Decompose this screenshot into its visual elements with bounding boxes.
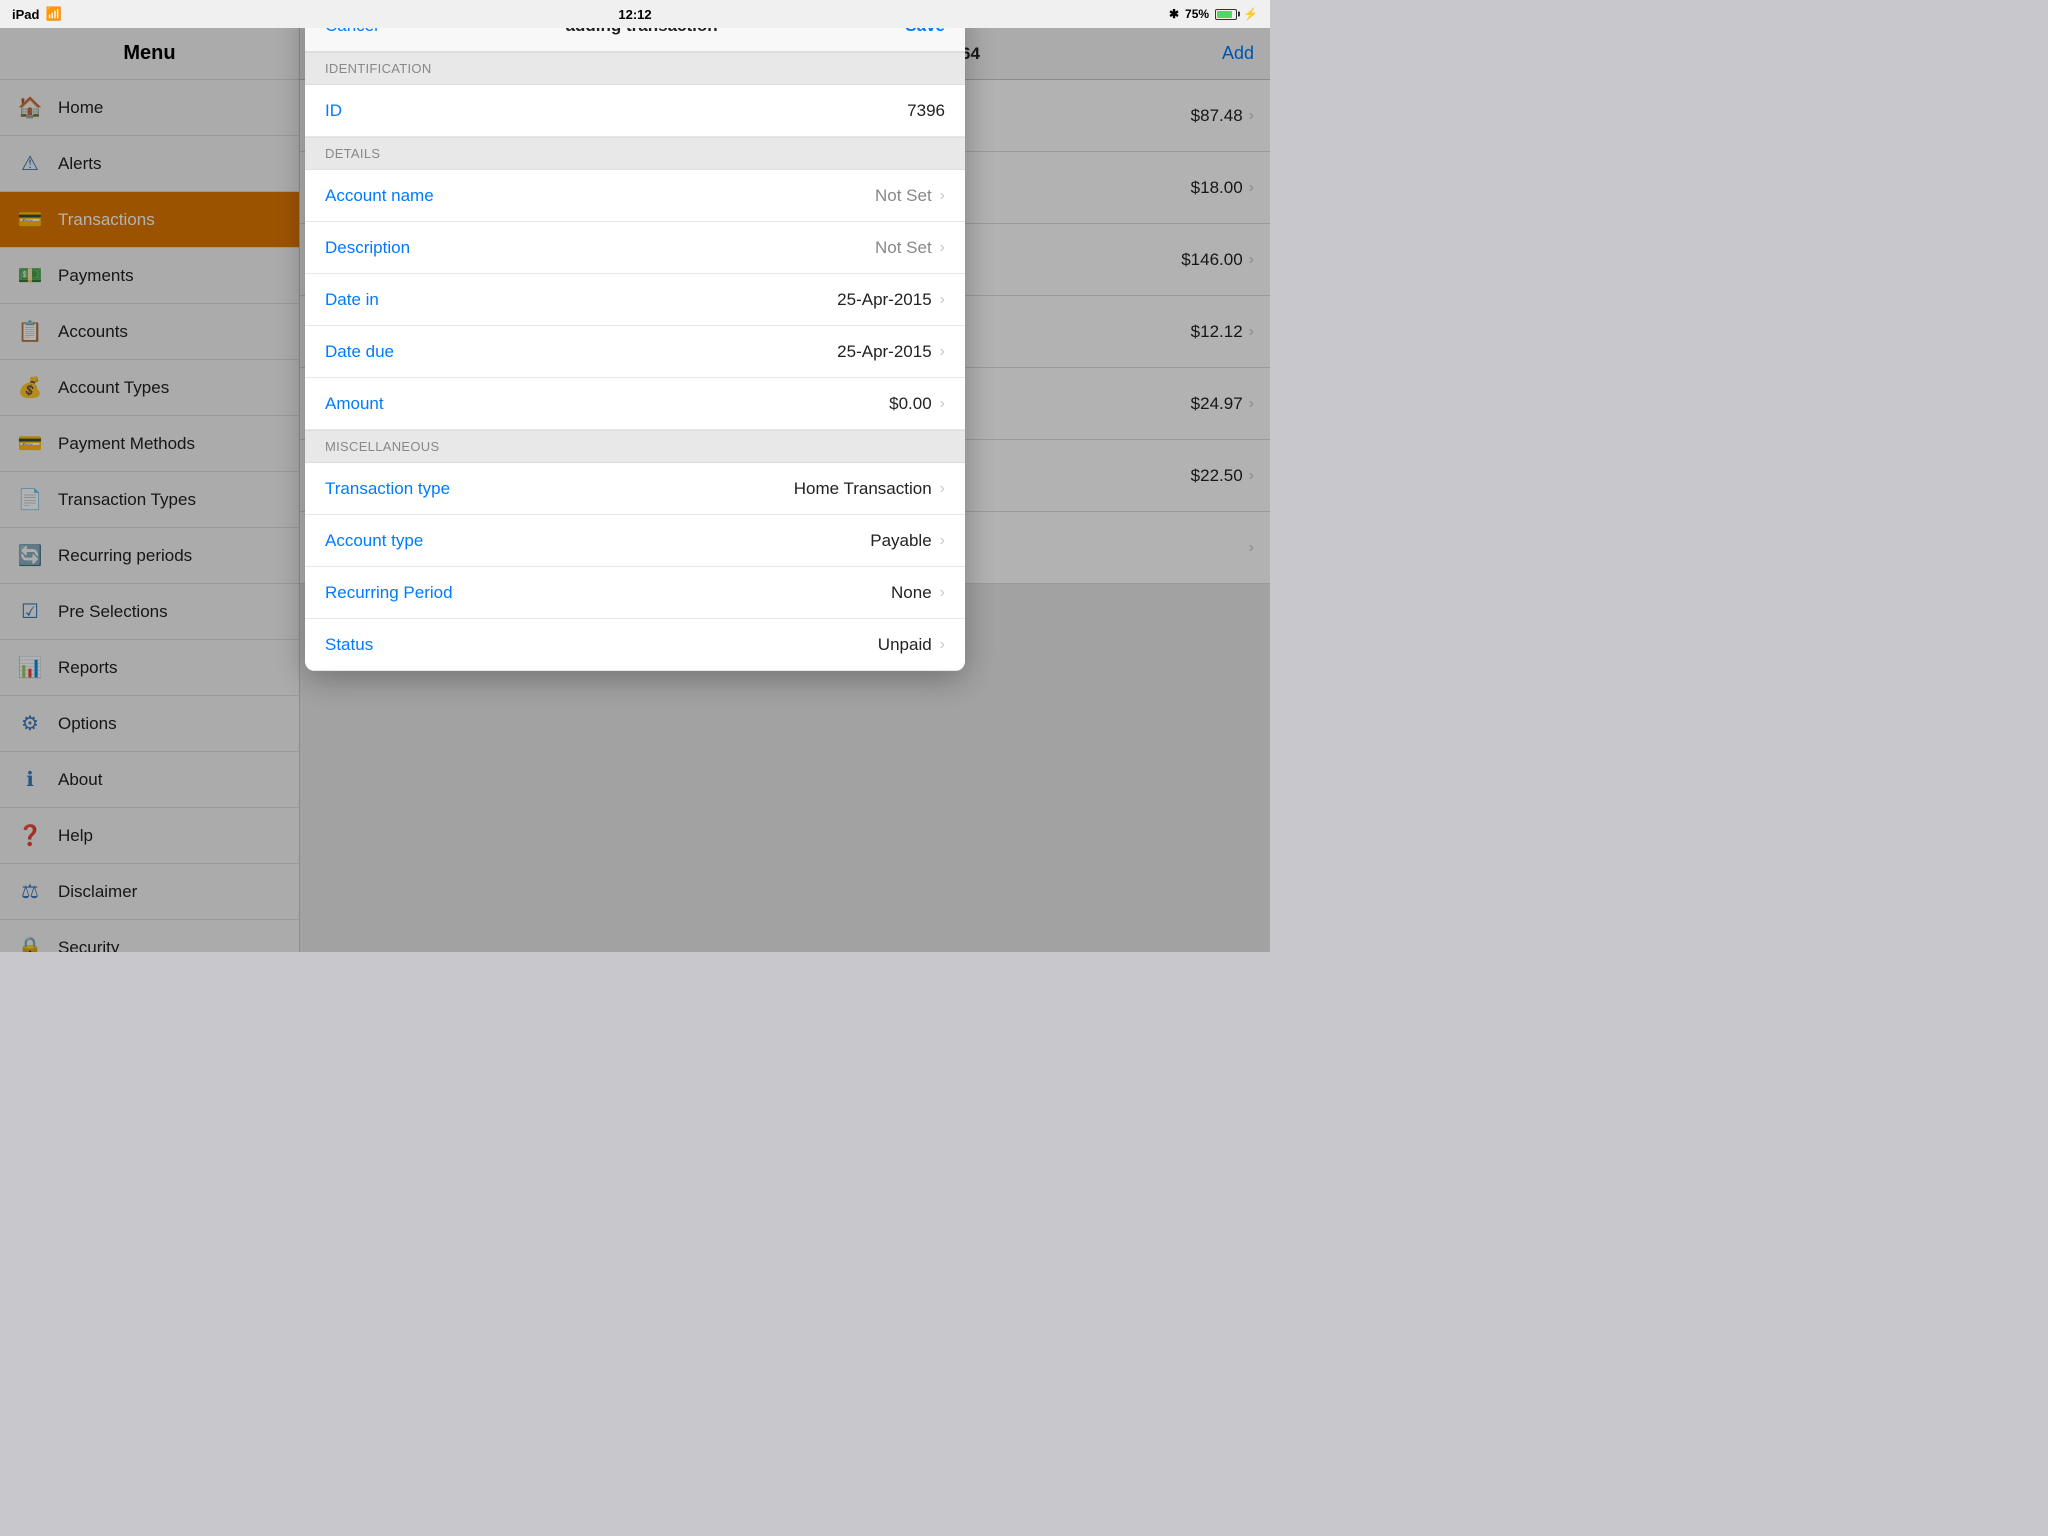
wifi-icon: 📶 (45, 6, 61, 22)
identification-section-header: IDENTIFICATION (305, 52, 965, 85)
status-label: Status (325, 635, 878, 655)
transaction-type-value: Home Transaction (794, 479, 932, 499)
chevron-icon: › (940, 187, 945, 205)
status-bar-time: 12:12 (618, 7, 651, 22)
account-type-value: Payable (870, 531, 931, 551)
date-due-label: Date due (325, 342, 837, 362)
id-value: 7396 (907, 101, 945, 121)
amount-value: $0.00 (889, 394, 932, 414)
chevron-icon: › (940, 636, 945, 654)
status-value: Unpaid (878, 635, 932, 655)
chevron-icon: › (940, 291, 945, 309)
account-name-label: Account name (325, 186, 875, 206)
chevron-icon: › (940, 532, 945, 550)
status-row[interactable]: Status Unpaid › (305, 619, 965, 671)
ipad-label: iPad (12, 7, 39, 22)
date-in-row[interactable]: Date in 25-Apr-2015 › (305, 274, 965, 326)
recurring-period-row[interactable]: Recurring Period None › (305, 567, 965, 619)
battery-icon (1215, 9, 1237, 20)
charging-icon: ⚡ (1243, 7, 1258, 21)
description-label: Description (325, 238, 875, 258)
date-due-row[interactable]: Date due 25-Apr-2015 › (305, 326, 965, 378)
recurring-period-value: None (891, 583, 932, 603)
transaction-type-row[interactable]: Transaction type Home Transaction › (305, 463, 965, 515)
recurring-period-label: Recurring Period (325, 583, 891, 603)
status-bar-left: iPad 📶 (12, 6, 62, 22)
battery-percent: 75% (1185, 7, 1209, 21)
chevron-icon: › (940, 395, 945, 413)
description-value: Not Set (875, 238, 932, 258)
misc-section-header: MISCELLANEOUS (305, 430, 965, 463)
chevron-icon: › (940, 239, 945, 257)
account-name-value: Not Set (875, 186, 932, 206)
chevron-icon: › (940, 343, 945, 361)
add-transaction-modal: Cancel adding transaction Save IDENTIFIC… (305, 0, 965, 671)
id-row[interactable]: ID 7396 (305, 85, 965, 137)
transaction-type-label: Transaction type (325, 479, 794, 499)
amount-row[interactable]: Amount $0.00 › (305, 378, 965, 430)
date-due-value: 25-Apr-2015 (837, 342, 932, 362)
status-bar-right: ✱ 75% ⚡ (1169, 7, 1258, 21)
account-type-label: Account type (325, 531, 870, 551)
amount-label: Amount (325, 394, 889, 414)
account-type-row[interactable]: Account type Payable › (305, 515, 965, 567)
status-bar: iPad 📶 12:12 ✱ 75% ⚡ (0, 0, 1270, 28)
description-row[interactable]: Description Not Set › (305, 222, 965, 274)
date-in-label: Date in (325, 290, 837, 310)
id-label: ID (325, 101, 907, 121)
modal-overlay: Cancel adding transaction Save IDENTIFIC… (0, 0, 1270, 952)
chevron-icon: › (940, 584, 945, 602)
account-name-row[interactable]: Account name Not Set › (305, 170, 965, 222)
chevron-icon: › (940, 480, 945, 498)
bluetooth-icon: ✱ (1169, 7, 1179, 21)
date-in-value: 25-Apr-2015 (837, 290, 932, 310)
details-section-header: DETAILS (305, 137, 965, 170)
